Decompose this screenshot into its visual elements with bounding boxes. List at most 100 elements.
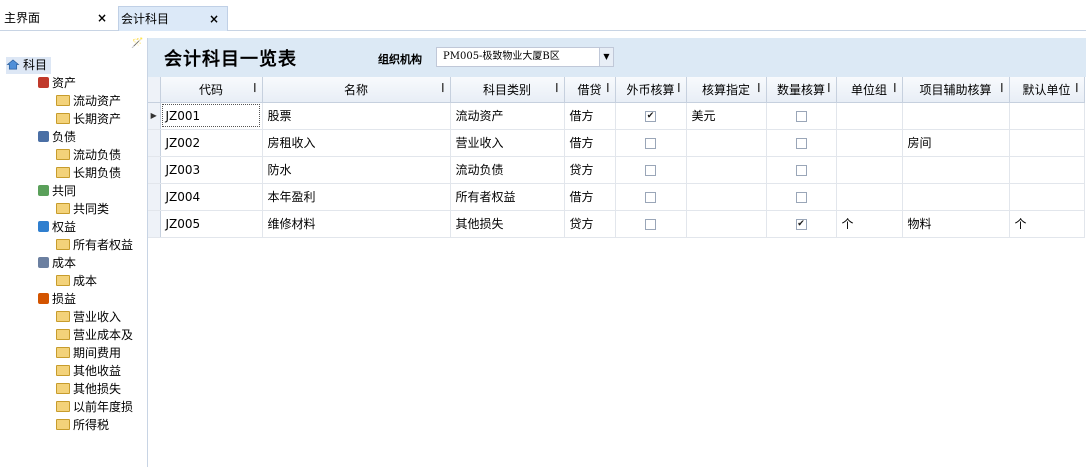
cell-code[interactable]: JZ002 bbox=[160, 129, 263, 157]
tree-node[interactable]: 所得税 bbox=[56, 417, 109, 434]
cell-spec[interactable] bbox=[686, 210, 767, 238]
row-indicator[interactable]: ▶ bbox=[148, 102, 161, 130]
cell-unit_group[interactable]: 个 bbox=[836, 210, 903, 238]
tree-node[interactable]: 成本 bbox=[56, 273, 97, 290]
cell-aux[interactable] bbox=[902, 102, 1010, 130]
close-icon[interactable]: × bbox=[209, 7, 219, 31]
cell-name[interactable]: 防水 bbox=[262, 156, 451, 184]
cell-code[interactable]: JZ004 bbox=[160, 183, 263, 211]
cell-unit_group[interactable] bbox=[836, 129, 903, 157]
cell-unit[interactable]: 个 bbox=[1009, 210, 1085, 238]
checkbox[interactable] bbox=[795, 164, 807, 176]
fx-checkbox-cell[interactable] bbox=[615, 129, 687, 157]
cell-category[interactable]: 营业收入 bbox=[450, 129, 565, 157]
qty-checkbox-cell[interactable]: ✔ bbox=[766, 210, 837, 238]
tree-node[interactable]: 长期负债 bbox=[56, 165, 121, 182]
column-header[interactable]: 项目辅助核算 ❙ bbox=[902, 77, 1010, 103]
tree-node[interactable]: 以前年度损 bbox=[56, 399, 133, 416]
cell-category[interactable]: 所有者权益 bbox=[450, 183, 565, 211]
checkbox[interactable]: ✔ bbox=[795, 218, 807, 230]
cell-unit_group[interactable] bbox=[836, 102, 903, 130]
pin-icon[interactable]: ❙ bbox=[825, 83, 833, 93]
tree-node[interactable]: 损益 bbox=[38, 291, 76, 308]
tree-node[interactable]: 其他损失 bbox=[56, 381, 121, 398]
checkbox[interactable] bbox=[645, 191, 656, 203]
checkbox[interactable] bbox=[795, 137, 807, 149]
tree-node[interactable]: 营业成本及 bbox=[56, 327, 133, 344]
fx-checkbox-cell[interactable] bbox=[615, 210, 687, 238]
tree-node[interactable]: 共同类 bbox=[56, 201, 109, 218]
fx-checkbox-cell[interactable] bbox=[615, 156, 687, 184]
pin-icon[interactable]: ❙ bbox=[604, 83, 612, 93]
cell-category[interactable]: 其他损失 bbox=[450, 210, 565, 238]
cell-spec[interactable] bbox=[686, 183, 767, 211]
column-header[interactable]: 默认单位 ❙ bbox=[1009, 77, 1085, 103]
cell-code[interactable]: JZ003 bbox=[160, 156, 263, 184]
cell-aux[interactable] bbox=[902, 183, 1010, 211]
cell-aux[interactable]: 物料 bbox=[902, 210, 1010, 238]
pin-icon[interactable]: ❙ bbox=[755, 83, 763, 93]
column-header[interactable]: 单位组 ❙ bbox=[836, 77, 903, 103]
tree-node[interactable]: 营业收入 bbox=[56, 309, 121, 326]
cell-dc[interactable]: 借方 bbox=[564, 129, 616, 157]
column-header[interactable]: 科目类别 ❙ bbox=[450, 77, 565, 103]
fx-checkbox-cell[interactable] bbox=[615, 183, 687, 211]
tree-node[interactable]: 负债 bbox=[38, 129, 76, 146]
column-header[interactable]: 外币核算 ❙ bbox=[615, 77, 687, 103]
cell-dc[interactable]: 借方 bbox=[564, 102, 616, 130]
tree-node[interactable]: 其他收益 bbox=[56, 363, 121, 380]
cell-code[interactable]: JZ001 bbox=[160, 102, 263, 130]
qty-checkbox-cell[interactable] bbox=[766, 129, 837, 157]
cell-unit[interactable] bbox=[1009, 156, 1085, 184]
row-indicator[interactable] bbox=[148, 183, 161, 211]
column-header[interactable]: 数量核算 ❙ bbox=[766, 77, 837, 103]
table-row[interactable]: ▶ JZ001 股票 流动资产 借方 ✔ 美元 bbox=[148, 102, 1085, 130]
tree-node[interactable]: 长期资产 bbox=[56, 111, 121, 128]
fx-checkbox-cell[interactable]: ✔ bbox=[615, 102, 687, 130]
table-row[interactable]: JZ002 房租收入 营业收入 借方 房间 bbox=[148, 129, 1085, 157]
checkbox[interactable] bbox=[645, 164, 656, 176]
cell-code[interactable]: JZ005 bbox=[160, 210, 263, 238]
column-header[interactable]: 名称 ❙ bbox=[262, 77, 451, 103]
checkbox[interactable] bbox=[795, 191, 807, 203]
cell-category[interactable]: 流动资产 bbox=[450, 102, 565, 130]
cell-name[interactable]: 股票 bbox=[262, 102, 451, 130]
tree-node[interactable]: 所有者权益 bbox=[56, 237, 133, 254]
pin-icon[interactable]: ❙ bbox=[439, 83, 447, 93]
qty-checkbox-cell[interactable] bbox=[766, 102, 837, 130]
column-header[interactable]: 代码 ❙ bbox=[160, 77, 263, 103]
cell-aux[interactable]: 房间 bbox=[902, 129, 1010, 157]
pin-icon[interactable]: 🪄 bbox=[131, 38, 143, 49]
checkbox[interactable]: ✔ bbox=[645, 110, 656, 122]
cell-name[interactable]: 本年盈利 bbox=[262, 183, 451, 211]
tree-node[interactable]: 共同 bbox=[38, 183, 76, 200]
tree-node[interactable]: 期间费用 bbox=[56, 345, 121, 362]
checkbox[interactable] bbox=[645, 137, 656, 149]
checkbox[interactable] bbox=[795, 110, 807, 122]
pin-icon[interactable]: ❙ bbox=[891, 83, 899, 93]
tree-node[interactable]: 资产 bbox=[38, 75, 76, 92]
table-row[interactable]: JZ004 本年盈利 所有者权益 借方 bbox=[148, 183, 1085, 211]
chevron-down-icon[interactable]: ▼ bbox=[599, 48, 613, 66]
pin-icon[interactable]: ❙ bbox=[251, 83, 259, 93]
cell-dc[interactable]: 借方 bbox=[564, 183, 616, 211]
cell-spec[interactable] bbox=[686, 129, 767, 157]
row-indicator[interactable] bbox=[148, 156, 161, 184]
qty-checkbox-cell[interactable] bbox=[766, 156, 837, 184]
cell-name[interactable]: 房租收入 bbox=[262, 129, 451, 157]
cell-dc[interactable]: 贷方 bbox=[564, 156, 616, 184]
org-select[interactable]: PM005-极致物业大厦B区 ▼ bbox=[436, 47, 614, 67]
cell-aux[interactable] bbox=[902, 156, 1010, 184]
tree-node[interactable]: 权益 bbox=[38, 219, 76, 236]
column-header[interactable]: 借贷 ❙ bbox=[564, 77, 616, 103]
pin-icon[interactable]: ❙ bbox=[1073, 83, 1081, 93]
cell-spec[interactable]: 美元 bbox=[686, 102, 767, 130]
column-header[interactable]: 核算指定 ❙ bbox=[686, 77, 767, 103]
qty-checkbox-cell[interactable] bbox=[766, 183, 837, 211]
cell-unit_group[interactable] bbox=[836, 156, 903, 184]
cell-unit_group[interactable] bbox=[836, 183, 903, 211]
tab-accounting-subjects[interactable]: 会计科目 × bbox=[118, 6, 228, 31]
tree-node[interactable]: 流动资产 bbox=[56, 93, 121, 110]
cell-unit[interactable] bbox=[1009, 102, 1085, 130]
cell-unit[interactable] bbox=[1009, 129, 1085, 157]
